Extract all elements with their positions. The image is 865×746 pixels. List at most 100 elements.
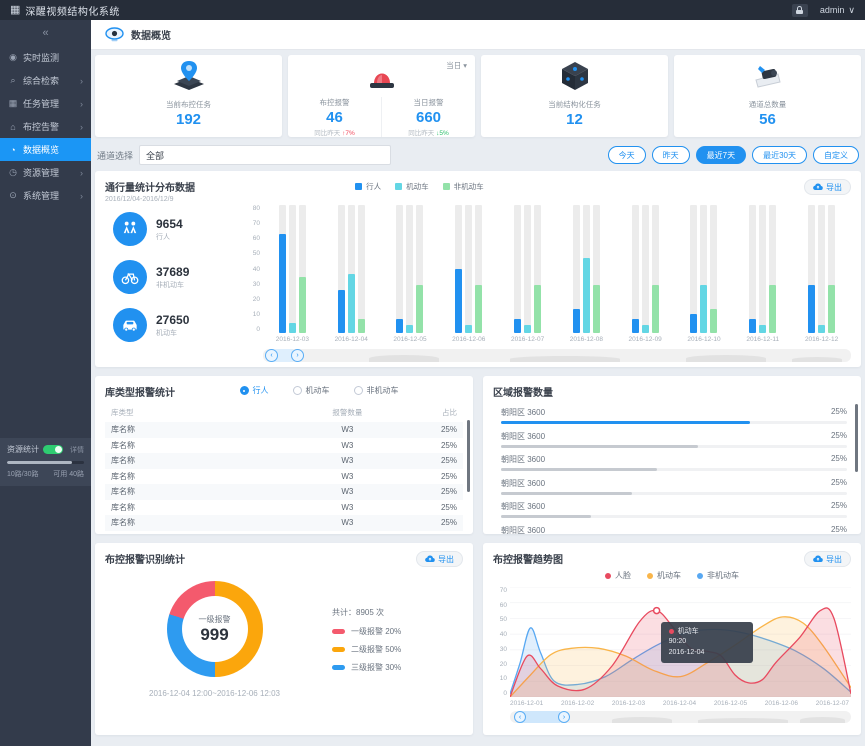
table-row[interactable]: 库名称W325% [105,422,463,438]
bar-track [348,205,355,333]
bar-fill [828,285,835,333]
tab-data-overview[interactable]: 数据概览 [131,27,171,42]
range-pill[interactable]: 自定义 [813,146,859,164]
x-tick: 2016-12-05 [714,700,747,707]
trend-brush-slider[interactable]: ‹ › [510,711,851,723]
y-tick: 40 [247,266,260,273]
channel-select-input[interactable] [139,145,391,165]
x-tick: 2016-12-11 [746,336,779,343]
main-area: 数据概览 当前布控任务 192 当日 ▾ [91,0,865,735]
sidebar-collapse-button[interactable]: « [0,20,91,46]
sidebar-item-task[interactable]: ▦任务管理› [0,92,91,115]
sidebar-item-alarm[interactable]: ⌂布控告警› [0,115,91,138]
bar-fill [475,285,482,333]
export-label: 导出 [438,554,454,565]
donut-export-button[interactable]: 导出 [416,551,463,567]
tooltip-date: 2016-12-04 [669,648,745,659]
brush-handle-right[interactable]: › [291,349,304,362]
column-header: 占比 [413,407,457,418]
cube-icon [558,60,592,92]
donut-date-range: 2016-12-04 12:00~2016-12-06 12:03 [149,689,280,698]
x-tick: 2016-12-12 [805,336,838,343]
region-scrollbar[interactable] [855,404,858,472]
resource-detail-link[interactable]: 详情 [70,445,84,455]
brush-handle-left[interactable]: ‹ [514,711,526,723]
legend-label: 一级报警 20% [351,626,401,637]
resource-usage: 10路/30路 [7,469,39,479]
x-tick: 2016-12-02 [561,700,594,707]
trend-x-axis: 2016-12-012016-12-022016-12-032016-12-04… [510,700,849,707]
resource-progress-fill [7,461,72,464]
resource-toggle[interactable] [43,445,63,454]
export-label: 导出 [826,182,842,193]
region-bar-track [501,421,847,424]
brush-selection[interactable] [520,711,560,723]
range-pill[interactable]: 昨天 [652,146,690,164]
table-header: 库类型报警数量占比 [105,405,463,422]
table-row[interactable]: 库名称W325% [105,500,463,516]
table-row[interactable]: 库名称W325% [105,515,463,531]
eye-icon [105,27,124,42]
table-row[interactable]: 库名称W325% [105,438,463,454]
bar-fill [358,319,365,333]
x-tick: 2016-12-10 [687,336,720,343]
bar-track [299,205,306,333]
table-row[interactable]: 库名称W325% [105,469,463,485]
region-percent: 25% [831,478,847,489]
brush-handle-left[interactable]: ‹ [265,349,278,362]
table-row[interactable]: 库名称W325% [105,484,463,500]
summary-value: 9654 [156,217,183,231]
sidebar-item-overview[interactable]: ◔数据概览 [0,138,91,161]
summary-label: 行人 [156,232,183,242]
bar-fill [534,285,541,333]
user-menu[interactable]: admin ∨ [820,5,855,16]
brush-handle-right[interactable]: › [558,711,570,723]
alarm-range-dropdown[interactable]: 当日 ▾ [446,60,467,71]
sidebar-item-resource[interactable]: ◷资源管理› [0,161,91,184]
radio-非机动车[interactable]: 非机动车 [354,385,399,396]
lock-icon[interactable] [792,4,808,17]
sidebar-item-search[interactable]: ⌕综合检索› [0,69,91,92]
legend-swatch [332,629,345,634]
range-pill[interactable]: 最近7天 [696,146,746,164]
card-structuring-tasks[interactable]: 当前结构化任务 12 [481,55,668,137]
bar-track [534,205,541,333]
bar-fill [759,325,766,333]
x-tick: 2016-12-04 [663,700,696,707]
traffic-export-button[interactable]: 导出 [804,179,851,195]
sidebar-item-monitor[interactable]: ◉实时监测 [0,46,91,69]
traffic-panel-title: 通行量统计分布数据 [105,179,195,194]
y-tick: 0 [247,326,260,333]
table-scrollbar[interactable] [467,420,470,492]
card-value: 660 [382,109,475,126]
range-pill[interactable]: 今天 [608,146,646,164]
bar-track [652,205,659,333]
top-bar: ▦ 深醒视频结构化系统 admin ∨ [0,0,865,20]
bar-track [632,205,639,333]
bar-track [690,205,697,333]
siren-icon [365,60,399,90]
trend-export-button[interactable]: 导出 [804,551,851,567]
range-pill[interactable]: 最近30天 [752,146,807,164]
table-cell: W3 [282,487,413,496]
summary-value: 27650 [156,313,189,327]
radio-机动车[interactable]: 机动车 [293,385,330,396]
bar-fill [690,314,697,333]
chevron-right-icon: › [80,122,83,132]
table-row[interactable]: 库名称W325% [105,453,463,469]
content: 当前布控任务 192 当日 ▾ 布控报警 46 同比昨天 ↑7% [91,50,865,735]
table-cell: 库名称 [111,440,282,451]
card-total-channels[interactable]: 通道总数量 56 [674,55,861,137]
bar-group: 2016-12-10 [675,205,734,343]
traffic-brush-slider[interactable]: ‹ › [263,349,851,362]
card-value: 56 [674,111,861,128]
legend-item: 机动车 [395,181,429,192]
traffic-summary: 9654行人37689非机动车27650机动车 [105,205,247,362]
sidebar-item-settings[interactable]: ⊙系统管理› [0,184,91,207]
bar-track [828,205,835,333]
trend-chart: 机动车 90:20 2016-12-04 [510,587,851,697]
card-label: 当前布控任务 [95,99,282,110]
card-active-surveillance-tasks[interactable]: 当前布控任务 192 [95,55,282,137]
card-alarms[interactable]: 当日 ▾ 布控报警 46 同比昨天 ↑7% 当日报警 6 [288,55,475,137]
radio-行人[interactable]: 行人 [240,385,269,396]
